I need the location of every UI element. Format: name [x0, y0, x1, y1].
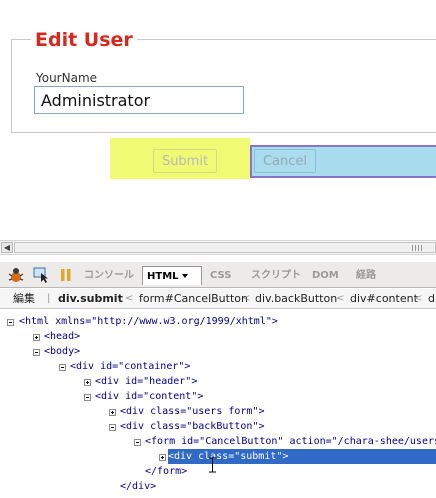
expand-toggle-icon[interactable] [109, 409, 116, 416]
text-cursor-icon [208, 457, 217, 473]
tree-node[interactable]: <div id="container"> [70, 359, 190, 374]
tree-node[interactable]: <form id="CancelButton" action="/chara-s… [145, 434, 436, 449]
tree-node[interactable]: <div id="content"> [95, 389, 203, 404]
tree-node[interactable]: <div id="header"> [95, 374, 197, 389]
collapse-toggle-icon[interactable] [59, 364, 66, 371]
html-tree: <html xmlns="http://www.w3.org/1999/xhtm… [0, 310, 436, 498]
breadcrumb: 編集 | div.submit < form#CancelButton < di… [0, 289, 436, 309]
breadcrumb-item[interactable]: div#content [350, 289, 418, 308]
chevron-down-icon [181, 274, 188, 278]
tree-node-text: <head> [44, 331, 81, 342]
name-input[interactable] [34, 86, 244, 114]
tree-node-text: <form id="CancelButton" action="/chara-s… [145, 436, 436, 447]
pause-icon[interactable] [60, 266, 72, 284]
tree-node-text: <div class="submit"> [168, 451, 289, 462]
name-label: YourName [36, 71, 98, 85]
tab-html-label: HTML [147, 271, 179, 282]
tab-script[interactable]: スクリプト [247, 266, 305, 285]
tree-node-text: <div id="content"> [95, 391, 204, 402]
tree-node-text: <div id="header"> [95, 376, 198, 387]
tree-node[interactable]: <div class="backButton"> [120, 419, 265, 434]
breadcrumb-item[interactable]: div.backButton [255, 289, 337, 308]
tree-node[interactable]: </form> [145, 464, 187, 479]
expand-toggle-icon[interactable] [159, 454, 166, 461]
collapse-toggle-icon[interactable] [33, 349, 40, 356]
tab-css[interactable]: CSS [206, 266, 235, 285]
collapse-toggle-icon[interactable] [134, 439, 141, 446]
tree-node[interactable]: </div> [120, 479, 156, 494]
tree-node-text: <html xmlns="http://www.w3.org/1999/xhtm… [19, 316, 278, 327]
inspect-icon[interactable] [33, 266, 51, 284]
tab-dom[interactable]: DOM [308, 266, 343, 285]
edit-button[interactable]: 編集 [13, 289, 35, 308]
expand-toggle-icon[interactable] [84, 379, 91, 386]
scrollbar-thumb[interactable] [14, 242, 436, 253]
firebug-bug-icon[interactable] [6, 266, 26, 284]
collapse-toggle-icon[interactable] [109, 424, 116, 431]
tree-node-text: <div id="container"> [70, 361, 191, 372]
tree-node[interactable]: <head> [44, 329, 80, 344]
tab-net[interactable]: 経路 [352, 266, 380, 285]
breadcrumb-item[interactable]: form#CancelButton [139, 289, 248, 308]
horizontal-scrollbar[interactable]: ◀ [0, 240, 436, 255]
firebug-toolbar: コンソール HTML CSS スクリプト DOM 経路 [0, 262, 436, 288]
scroll-left-icon[interactable]: ◀ [1, 242, 13, 253]
collapse-toggle-icon[interactable] [84, 394, 91, 401]
cancel-button[interactable]: Cancel [254, 149, 316, 173]
chevron-left-icon: < [414, 293, 423, 304]
tree-node[interactable]: <html xmlns="http://www.w3.org/1999/xhtm… [19, 314, 278, 329]
tab-console[interactable]: コンソール [80, 266, 138, 285]
chevron-left-icon: < [242, 293, 251, 304]
chevron-left-icon: < [125, 293, 134, 304]
expand-toggle-icon[interactable] [33, 334, 40, 341]
tree-node[interactable]: <body> [44, 344, 80, 359]
breadcrumb-item[interactable]: div.submit [58, 289, 123, 308]
chevron-left-icon: < [336, 293, 345, 304]
submit-button[interactable]: Submit [153, 149, 217, 173]
tab-html[interactable]: HTML [142, 266, 202, 285]
separator: | [47, 293, 51, 304]
tree-node-text: </div> [120, 481, 157, 492]
tree-node-text: <body> [44, 346, 81, 357]
scrollbar-grip-icon [412, 245, 422, 251]
tree-node-text: <div class="users form"> [120, 406, 265, 417]
collapse-toggle-icon[interactable] [7, 319, 14, 326]
form-legend: Edit User [31, 30, 137, 50]
tree-node-text: <div class="backButton"> [120, 421, 265, 432]
tree-node-text: </form> [145, 466, 188, 477]
tree-node[interactable]: <div class="users form"> [120, 404, 265, 419]
breadcrumb-item[interactable]: d [428, 289, 435, 308]
